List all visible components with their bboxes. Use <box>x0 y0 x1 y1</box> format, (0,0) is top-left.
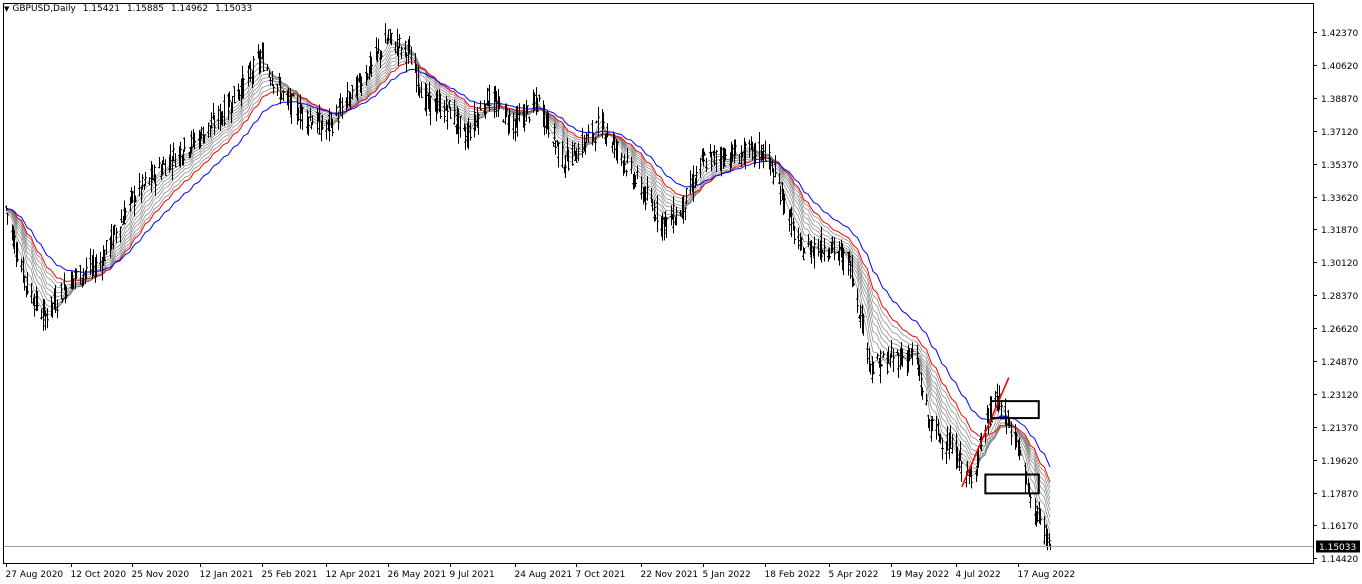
ohlc-bar <box>1043 516 1046 545</box>
ohlc-bar <box>233 86 236 104</box>
ohlc-bar <box>459 115 462 138</box>
ohlc-bar <box>138 172 141 197</box>
time-tick-label: 26 May 2021 <box>388 570 447 580</box>
ma-blue-line <box>5 68 1051 468</box>
ohlc-bar <box>528 116 531 124</box>
low-price: 1.14962 <box>170 4 209 14</box>
ma-grey-line <box>5 51 1051 505</box>
time-tick-label: 22 Nov 2021 <box>641 570 699 580</box>
time-tick-label: 24 Aug 2021 <box>515 570 573 580</box>
price-tick-label: 1.38870 <box>1321 95 1358 105</box>
ohlc-bar <box>420 82 423 99</box>
time-tick-label: 18 Feb 2022 <box>765 570 821 580</box>
collapse-triangle-icon[interactable]: ▼ <box>4 5 9 13</box>
ohlc-bar <box>689 170 692 195</box>
ohlc-bar <box>40 309 43 320</box>
ohlc-bar <box>6 212 9 225</box>
price-tick-label: 1.40620 <box>1321 62 1358 72</box>
ohlc-bar <box>538 94 541 102</box>
ohlc-bar <box>79 264 82 285</box>
price-tick-label: 1.21370 <box>1321 424 1358 434</box>
ma-grey-line <box>5 56 1051 494</box>
price-tick-label: 1.28370 <box>1321 292 1358 302</box>
ohlc-bar <box>587 124 590 143</box>
time-tick-label: 25 Nov 2020 <box>132 570 190 580</box>
ohlc-bar <box>935 415 938 440</box>
time-tick-label: 12 Oct 2020 <box>71 570 127 580</box>
ma-red-line <box>5 61 1051 483</box>
ma-grey-line <box>5 53 1051 500</box>
price-tick-label: 1.19620 <box>1321 457 1358 467</box>
ohlc-bar <box>148 177 151 185</box>
ohlc-bar <box>595 120 598 124</box>
ohlc-bar <box>552 141 555 147</box>
ohlc-bar <box>341 97 344 119</box>
time-tick-label: 12 Jan 2021 <box>200 570 254 580</box>
ohlc-bar <box>856 288 859 313</box>
ohlc-bar <box>876 353 879 360</box>
time-tick-label: 4 Jul 2022 <box>956 570 1001 580</box>
high-price: 1.15885 <box>126 4 165 14</box>
open-price: 1.15421 <box>82 4 120 14</box>
chart-window[interactable]: ▼ GBPUSD,Daily 1.15421 1.15885 1.14962 1.… <box>0 0 1362 584</box>
price-tick-label: 1.30120 <box>1321 259 1358 269</box>
current-price-marker: 1.15033 <box>4 540 1360 553</box>
time-tick-label: 9 Jul 2021 <box>450 570 495 580</box>
ohlc-bar <box>89 248 92 275</box>
ma-grey-line <box>5 44 1051 525</box>
ohlc-bars <box>5 23 1052 551</box>
close-price: 1.15033 <box>215 4 253 14</box>
symbol-timeframe-label: GBPUSD,Daily <box>12 4 76 14</box>
price-tick-label: 1.35370 <box>1321 161 1358 171</box>
price-tick-label: 1.24870 <box>1321 358 1358 368</box>
ma-grey-line <box>5 42 1051 533</box>
price-tick-label: 1.17870 <box>1321 490 1358 500</box>
time-tick-label: 5 Jan 2022 <box>703 570 751 580</box>
time-axis: 27 Aug 2020 12 Oct 2020 25 Nov 2020 12 Jan … <box>6 563 1076 580</box>
ohlc-bar <box>793 226 796 245</box>
price-tick-label: 1.23120 <box>1321 391 1358 401</box>
ma-grey-line <box>5 49 1051 511</box>
ohlc-bar <box>144 171 147 186</box>
ohlc-bar <box>779 185 782 205</box>
ohlc-bar <box>115 227 118 244</box>
price-tick-label: 1.37120 <box>1321 128 1358 138</box>
price-chart[interactable]: 1.42370 1.40620 1.38870 1.37120 1.35370 1.336… <box>0 0 1362 584</box>
ma-grey-line <box>5 58 1051 488</box>
time-tick-label: 5 Apr 2022 <box>829 570 879 580</box>
annotations[interactable] <box>961 377 1040 495</box>
price-tick-label: 1.16170 <box>1321 522 1358 532</box>
ohlc-bar <box>158 156 161 169</box>
price-tick-label: 1.31870 <box>1321 226 1358 236</box>
ohlc-bar <box>866 342 869 364</box>
ohlc-bar <box>937 419 940 436</box>
price-axis: 1.42370 1.40620 1.38870 1.37120 1.35370 1.336… <box>1313 29 1358 565</box>
price-tick-label: 1.26620 <box>1321 325 1358 335</box>
ohlc-bar <box>120 209 123 223</box>
time-tick-label: 17 Aug 2022 <box>1018 570 1076 580</box>
ohlc-bar <box>960 461 963 482</box>
ohlc-bar <box>554 140 557 155</box>
chart-header: ▼ GBPUSD,Daily 1.15421 1.15885 1.14962 1.… <box>4 4 256 14</box>
time-tick-label: 19 May 2022 <box>891 570 950 580</box>
ohlc-bar <box>625 169 628 177</box>
ohlc-bar <box>60 282 63 300</box>
ohlc-bar <box>272 84 275 95</box>
ohlc-bar <box>699 157 702 178</box>
price-tick-label: 1.42370 <box>1321 29 1358 39</box>
ohlc-bar <box>479 100 482 111</box>
time-tick-label: 7 Oct 2021 <box>576 570 626 580</box>
plot-frame <box>3 3 1314 564</box>
current-price-label: 1.15033 <box>1319 543 1356 553</box>
price-tick-label: 1.14420 <box>1321 555 1358 565</box>
price-tick-label: 1.33620 <box>1321 194 1358 204</box>
time-tick-label: 27 Aug 2020 <box>6 570 64 580</box>
time-tick-label: 25 Feb 2021 <box>262 570 318 580</box>
rectangle-box-2[interactable] <box>984 473 1040 495</box>
ohlc-bar <box>276 84 279 96</box>
time-tick-label: 12 Apr 2021 <box>326 570 382 580</box>
ohlc-bar <box>577 142 580 162</box>
